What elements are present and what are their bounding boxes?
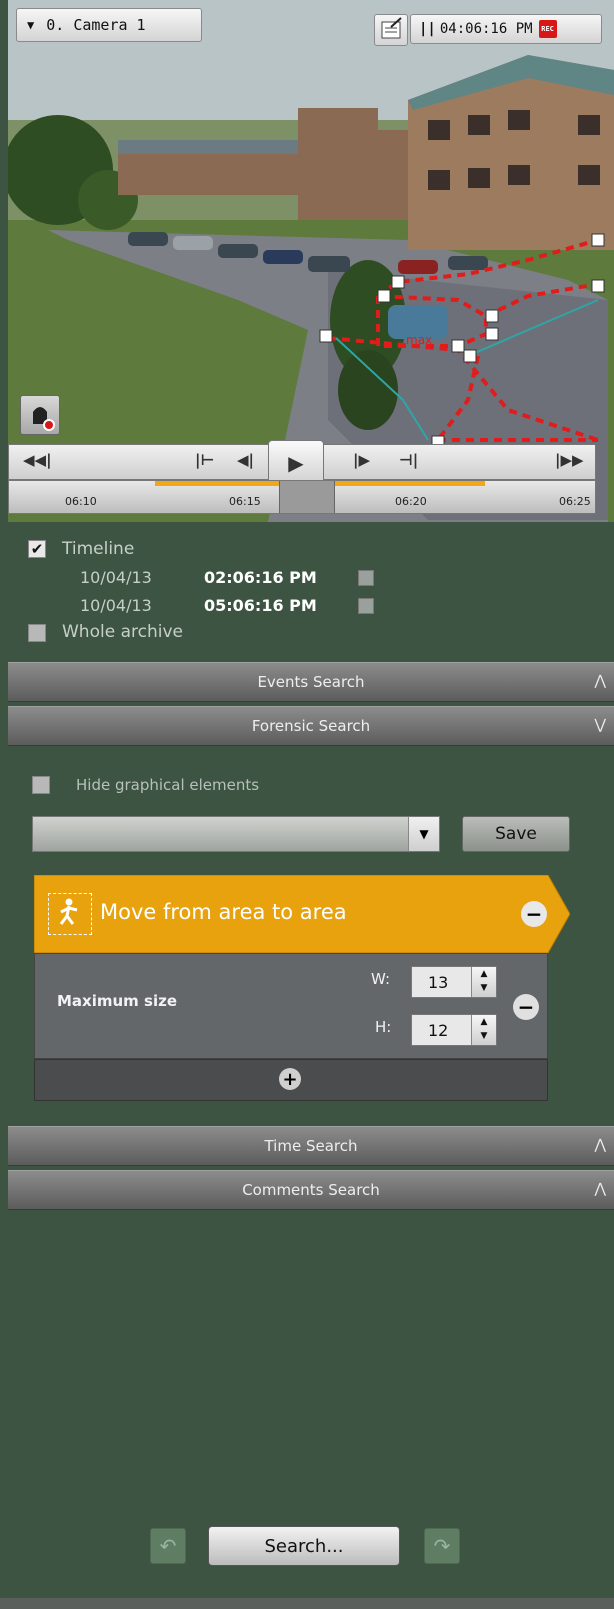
chevron-double-up-icon: ⋀ bbox=[594, 673, 606, 689]
minus-circle-icon[interactable]: − bbox=[513, 994, 539, 1020]
search-button[interactable]: Search... bbox=[208, 1526, 400, 1566]
note-edit-icon bbox=[381, 17, 402, 39]
dropdown-icon[interactable]: ▼ bbox=[408, 817, 439, 851]
zone-label: max bbox=[406, 333, 432, 347]
save-button[interactable]: Save bbox=[462, 816, 570, 852]
stepper-arrows-icon[interactable]: ▲ ▼ bbox=[471, 1015, 496, 1045]
whole-archive-label: Whole archive bbox=[62, 622, 183, 642]
section-time-search[interactable]: Time Search ⋀ bbox=[8, 1126, 614, 1166]
height-label: H: bbox=[375, 1018, 392, 1036]
add-condition-row: + bbox=[34, 1059, 548, 1101]
end-date: 10/04/13 bbox=[80, 596, 152, 615]
section-title: Forensic Search bbox=[251, 717, 371, 735]
filter-label: Maximum size bbox=[57, 992, 177, 1010]
alarm-record-button[interactable] bbox=[20, 395, 60, 435]
live-time: 04:06:16 PM bbox=[439, 21, 533, 37]
dropdown-icon: ▼ bbox=[27, 18, 35, 32]
chevron-double-up-icon: ⋀ bbox=[594, 1137, 606, 1153]
width-stepper[interactable]: 13 ▲ ▼ bbox=[411, 966, 497, 998]
stepper-arrows-icon[interactable]: ▲ ▼ bbox=[471, 967, 496, 997]
hide-graphical-label: Hide graphical elements bbox=[76, 776, 260, 794]
frame-forward-icon[interactable]: |▶ bbox=[353, 451, 370, 469]
section-comments-search[interactable]: Comments Search ⋀ bbox=[8, 1170, 614, 1210]
end-time-picker[interactable] bbox=[358, 598, 374, 614]
width-value: 13 bbox=[428, 973, 449, 992]
section-title: Comments Search bbox=[242, 1181, 380, 1199]
start-time-picker[interactable] bbox=[358, 570, 374, 586]
minus-circle-icon[interactable]: − bbox=[521, 901, 547, 927]
width-label: W: bbox=[371, 970, 391, 988]
plus-circle-icon[interactable]: + bbox=[279, 1068, 301, 1090]
camera-selector[interactable]: ▼ 0. Camera 1 bbox=[16, 8, 202, 42]
timeline-label: Timeline bbox=[62, 539, 135, 559]
chevron-double-up-icon: ⋀ bbox=[594, 1181, 606, 1197]
undo-button[interactable]: ↶ bbox=[150, 1528, 186, 1564]
section-title: Time Search bbox=[264, 1137, 358, 1155]
timeline-tick: 06:15 bbox=[229, 495, 261, 508]
redo-button[interactable]: ↷ bbox=[424, 1528, 460, 1564]
section-title: Events Search bbox=[257, 673, 365, 691]
preset-select[interactable]: ▼ bbox=[32, 816, 440, 852]
frame-back-icon[interactable]: ◀| bbox=[237, 451, 254, 469]
play-icon: ▶ bbox=[288, 451, 304, 475]
bell-record-icon bbox=[33, 407, 55, 431]
max-size-filter: Maximum size W: 13 ▲ ▼ H: 12 ▲ ▼ − bbox=[34, 953, 548, 1059]
hide-graphical-checkbox[interactable] bbox=[32, 776, 50, 794]
timeline-tick: 06:20 bbox=[395, 495, 427, 508]
redo-icon: ↷ bbox=[433, 1534, 451, 1558]
height-value: 12 bbox=[428, 1021, 449, 1040]
height-stepper[interactable]: 12 ▲ ▼ bbox=[411, 1014, 497, 1046]
pause-icon: || bbox=[419, 21, 436, 37]
end-time: 05:06:16 PM bbox=[204, 596, 317, 615]
timeline-tick: 06:10 bbox=[65, 495, 97, 508]
skip-end-icon[interactable]: |▶▶ bbox=[555, 451, 584, 469]
section-forensic-search[interactable]: Forensic Search ⋁ bbox=[8, 706, 614, 746]
mark-in-icon[interactable]: |⊢ bbox=[195, 451, 214, 469]
live-time-button[interactable]: || 04:06:16 PM REC bbox=[410, 14, 602, 44]
rec-badge: REC bbox=[538, 20, 557, 38]
timeline-checkbox[interactable]: ✔ bbox=[28, 540, 46, 558]
bottom-border bbox=[0, 1598, 614, 1609]
undo-icon: ↶ bbox=[159, 1534, 177, 1558]
walking-person-icon bbox=[48, 893, 92, 935]
start-date: 10/04/13 bbox=[80, 568, 152, 587]
section-events-search[interactable]: Events Search ⋀ bbox=[8, 662, 614, 702]
note-edit-button[interactable] bbox=[374, 14, 408, 46]
mark-out-icon[interactable]: ⊣| bbox=[399, 451, 418, 469]
skip-start-icon[interactable]: ◀◀| bbox=[23, 451, 52, 469]
camera-selector-label: 0. Camera 1 bbox=[46, 16, 146, 34]
condition-title: Move from area to area bbox=[100, 900, 347, 924]
start-time: 02:06:16 PM bbox=[204, 568, 317, 587]
timeline-cursor[interactable] bbox=[279, 481, 335, 513]
timeline-tick: 06:25 bbox=[559, 495, 591, 508]
chevron-double-down-icon: ⋁ bbox=[594, 717, 606, 733]
whole-archive-checkbox[interactable] bbox=[28, 624, 46, 642]
timeline-scale[interactable]: 06:10 06:15 06:20 06:25 bbox=[8, 480, 596, 514]
